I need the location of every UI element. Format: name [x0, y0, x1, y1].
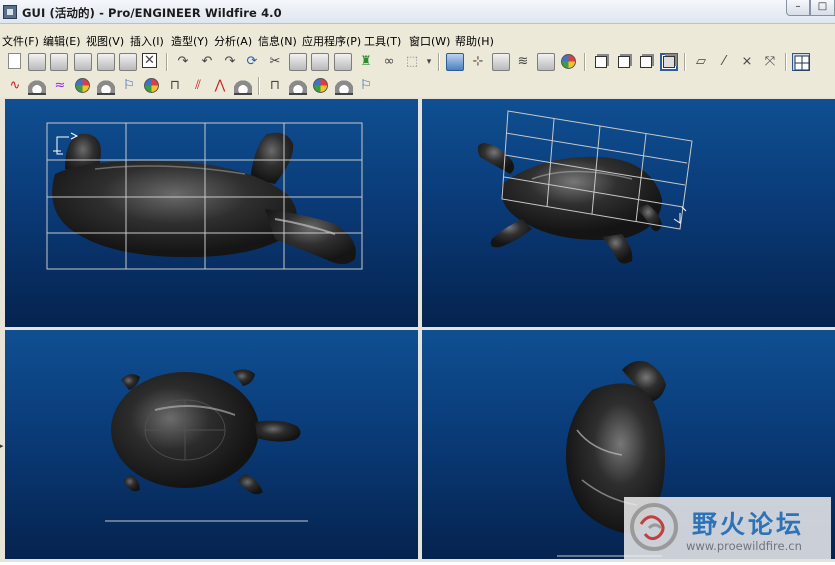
send-icon[interactable] — [119, 53, 137, 71]
toolbar-separator — [258, 77, 260, 95]
watermark-url: www.proewildfire.cn — [686, 539, 802, 553]
select-dropdown-icon[interactable]: ▾ — [420, 53, 438, 71]
menu-file[interactable]: 文件(F) — [2, 33, 39, 49]
turtle-model — [52, 132, 356, 264]
toolbar-separator — [584, 53, 586, 71]
menu-window[interactable]: 窗口(W) — [409, 33, 450, 49]
toolbar-separator — [166, 53, 168, 71]
analysis-draft-icon[interactable]: ⫽ — [189, 77, 207, 95]
viewport-top[interactable] — [5, 330, 418, 559]
toolbar-separator — [438, 53, 440, 71]
watermark-title: 野火论坛 — [692, 510, 805, 539]
redo-icon[interactable]: ↷ — [221, 53, 239, 71]
analysis-section-icon[interactable]: ⊓ — [266, 77, 284, 95]
trim-icon[interactable] — [97, 77, 115, 95]
undo-icon[interactable]: ↶ — [198, 53, 216, 71]
new-icon[interactable] — [6, 53, 24, 71]
turtle-model — [111, 369, 301, 495]
window-title: GUI (活动的) - Pro/ENGINEER Wildfire 4.0 — [22, 6, 282, 20]
refresh-icon[interactable]: ⟳ — [243, 53, 261, 71]
view-triad — [673, 206, 687, 224]
analysis-offset-icon[interactable] — [234, 77, 252, 95]
no-hidden-icon[interactable] — [637, 53, 655, 71]
curve-from-surface-icon[interactable]: ≈ — [51, 77, 69, 95]
four-view-icon[interactable] — [792, 53, 810, 71]
minimize-button[interactable]: – — [786, 0, 810, 16]
layers-icon[interactable]: ≋ — [514, 53, 532, 71]
menu-applications[interactable]: 应用程序(P) — [302, 33, 361, 49]
curve-icon[interactable]: ∿ — [6, 77, 24, 95]
menu-modeling[interactable]: 造型(Y) — [171, 33, 208, 49]
analysis-shade-icon[interactable] — [312, 77, 330, 95]
analysis-deviation-icon[interactable] — [289, 77, 307, 95]
forum-watermark: 野火论坛 www.proewildfire.cn — [624, 497, 831, 559]
saved-views-icon[interactable] — [537, 53, 555, 71]
datum-axis-icon[interactable]: ⁄ — [715, 53, 733, 71]
paste-special-icon[interactable] — [334, 53, 352, 71]
toolbar-separator — [785, 53, 787, 71]
turtle-model — [477, 143, 662, 264]
menu-tools[interactable]: 工具(T) — [364, 33, 401, 49]
menu-view[interactable]: 视图(V) — [86, 33, 124, 49]
repaint-icon[interactable] — [446, 53, 464, 71]
toolbar-separator — [684, 53, 686, 71]
open-icon[interactable] — [28, 53, 46, 71]
menu-bar: 文件(F) 编辑(E) 视图(V) 插入(I) 造型(Y) 分析(A) 信息(N… — [0, 30, 835, 50]
app-window: GUI (活动的) - Pro/ENGINEER Wildfire 4.0 – … — [0, 0, 835, 565]
print-icon[interactable] — [74, 53, 92, 71]
analysis-dihedral-icon[interactable]: ⊓ — [166, 77, 184, 95]
select-box-icon[interactable]: ⬚ — [403, 53, 421, 71]
analysis-connect-icon[interactable] — [335, 77, 353, 95]
menu-insert[interactable]: 插入(I) — [130, 33, 164, 49]
analysis-reflection-icon[interactable] — [143, 77, 161, 95]
cut-icon[interactable]: ✂ — [266, 53, 284, 71]
analysis-curvature-icon[interactable]: ⚐ — [120, 77, 138, 95]
paste-icon[interactable] — [311, 53, 329, 71]
style-surface-icon[interactable] — [74, 77, 92, 95]
viewport-isometric[interactable] — [422, 99, 835, 327]
forum-logo — [630, 503, 678, 551]
find-icon[interactable]: ♜ — [357, 53, 375, 71]
style-toolbar: ∿ ≈ ⚐ ⊓ ⫽ ⋀ ⊓ ⚐ — [0, 74, 835, 98]
wireframe-icon[interactable] — [592, 53, 610, 71]
navigator-collapse-handle[interactable]: ▸ — [0, 442, 4, 450]
spin-center-icon[interactable]: ⊹ — [469, 53, 487, 71]
main-toolbar: ✕ ↷ ↶ ↷ ⟳ ✂ ♜ ∞ ⬚ ▾ ⊹ ≋ ▱ ⁄ ⨯ ⤧ — [0, 50, 835, 74]
regenerate-icon[interactable]: ↷ — [174, 53, 192, 71]
menu-help[interactable]: 帮助(H) — [455, 33, 494, 49]
viewport-front[interactable] — [5, 99, 418, 327]
surface-icon[interactable] — [28, 77, 46, 95]
menu-analysis[interactable]: 分析(A) — [214, 33, 252, 49]
email-icon[interactable] — [97, 53, 115, 71]
title-bar[interactable]: GUI (活动的) - Pro/ENGINEER Wildfire 4.0 – … — [0, 0, 835, 24]
graphics-area: ▸ — [0, 97, 835, 562]
analysis-slope-icon[interactable]: ⋀ — [211, 77, 229, 95]
analysis-saved-icon[interactable]: ⚐ — [357, 77, 375, 95]
close-window-icon[interactable]: ✕ — [142, 53, 157, 68]
proe-app-icon — [3, 5, 17, 19]
copy-icon[interactable] — [289, 53, 307, 71]
coordinate-system-icon[interactable]: ⤧ — [761, 53, 779, 71]
maximize-button[interactable]: □ — [810, 0, 835, 16]
shading-icon[interactable] — [660, 53, 678, 71]
menu-info[interactable]: 信息(N) — [258, 33, 297, 49]
orient-icon[interactable] — [492, 53, 510, 71]
binoculars-icon[interactable]: ∞ — [380, 53, 398, 71]
datum-plane-icon[interactable]: ▱ — [692, 53, 710, 71]
menu-edit[interactable]: 编辑(E) — [43, 33, 81, 49]
appearance-icon[interactable] — [560, 53, 578, 71]
save-icon[interactable] — [50, 53, 68, 71]
hidden-line-icon[interactable] — [615, 53, 633, 71]
datum-point-icon[interactable]: ⨯ — [738, 53, 756, 71]
